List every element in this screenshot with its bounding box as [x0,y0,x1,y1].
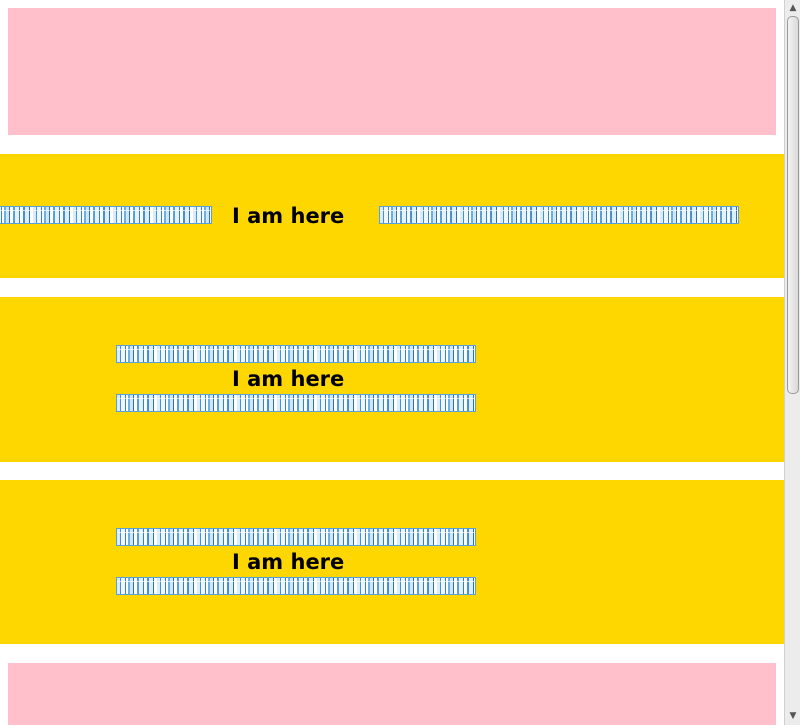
band-label: I am here [232,550,345,574]
image-strip [116,394,476,412]
image-strip [116,577,476,595]
scroll-down-arrow-icon[interactable]: ▼ [786,709,800,723]
band-label: I am here [232,204,345,228]
pink-block-bottom [8,663,776,725]
scroll-up-arrow-icon[interactable]: ▲ [786,1,800,15]
image-strip [116,345,476,363]
image-strip [379,206,739,224]
image-strip [116,528,476,546]
scroll-thumb[interactable] [787,16,799,394]
pink-block-top [8,8,776,135]
band-label: I am here [232,367,345,391]
yellow-band-2: I am here [0,297,784,462]
yellow-band-1: I am here [0,154,784,278]
page-viewport: I am here I am here I am here [0,0,784,725]
image-strip [0,206,212,224]
yellow-band-3: I am here [0,480,784,644]
vertical-scrollbar[interactable]: ▲ ▼ [784,0,800,725]
